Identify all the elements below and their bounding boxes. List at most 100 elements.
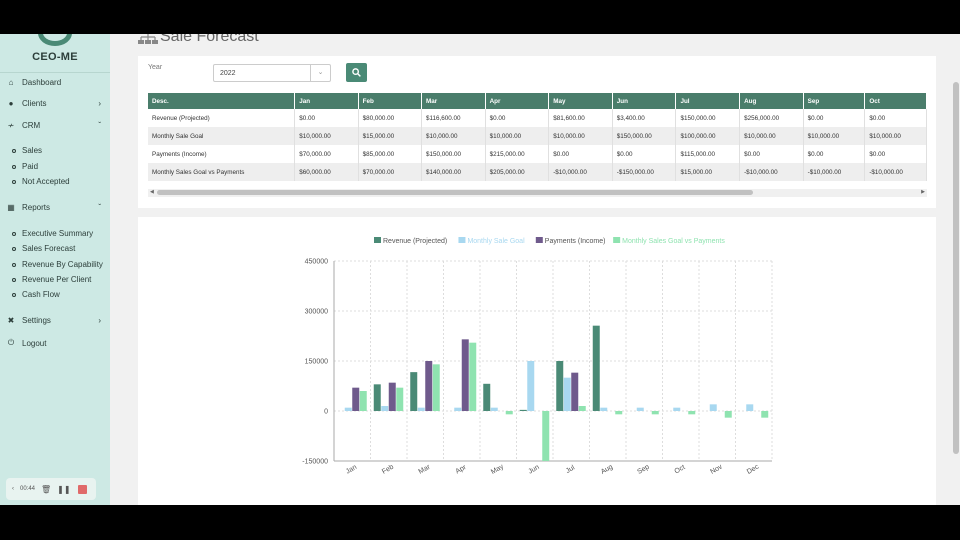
chart-bar [761,411,769,418]
table-cell: -$150,000.00 [612,163,677,181]
table-cell: Monthly Sales Goal vs Payments [148,163,296,181]
bullet-icon [12,179,16,184]
chart-bar [505,411,513,415]
scroll-left-icon[interactable]: ◀ [150,189,154,195]
table-row: Monthly Sales Goal vs Payments $60,000.0… [148,163,927,181]
y-tick-label: 150000 [305,359,328,366]
nav-crm-sales-label: Sales [22,146,43,155]
report-icon: ▦ [7,203,15,212]
chart-bar [527,361,535,411]
nav-reports-label: Reports [22,203,51,212]
forecast-chart: Revenue (Projected) Monthly Sale Goal Paym… [302,237,773,476]
year-select-value: 2022 [220,70,236,77]
nav-report-revenue-per-client[interactable]: Revenue Per Client [12,275,91,284]
table-cell: $80,000.00 [358,109,422,127]
chevron-left-icon[interactable]: ‹ [12,486,14,492]
search-icon [352,68,361,77]
chart-bar [724,411,732,418]
chart-bar [454,407,462,411]
nav-report-cash-flow[interactable]: Cash Flow [12,290,60,299]
column-header: Jan [294,93,359,109]
table-cell: $10,000.00 [485,127,550,145]
table-cell: $10,000.00 [739,127,804,145]
scrollbar-thumb[interactable] [157,190,753,195]
nav-crm-sales[interactable]: Sales [12,146,42,155]
nav-report-label: Revenue By Capability [22,260,103,269]
stop-icon[interactable] [77,484,87,494]
table-cell: $3,400.00 [612,109,677,127]
sidebar: CEO-ME ⌂ Dashboard ● Clients › ≁ CRM ˇ S… [0,34,110,505]
chart-bar [519,409,527,411]
x-tick-label: Jul [565,464,577,475]
nav-report-label: Cash Flow [22,290,60,299]
x-tick-label: Aug [600,464,614,476]
y-tick-label: 450000 [305,259,328,266]
nav-settings[interactable]: ✖ Settings › [0,316,110,325]
table-cell: $70,000.00 [294,145,359,163]
legend-label: Monthly Sales Goal vs Payments [622,238,725,245]
table-cell: $256,000.00 [739,109,804,127]
nav-crm-paid[interactable]: Paid [12,162,38,171]
forecast-chart-card: Revenue (Projected) Monthly Sale Goal Paym… [138,217,936,505]
table-header-row: Desc. Jan Feb Mar Apr May Jun Jul Aug Se… [148,93,927,109]
column-header: Mar [421,93,486,109]
table-cell: $85,000.00 [358,145,422,163]
power-icon: ⏻ [7,338,15,347]
chart-bar [425,361,433,411]
table-cell: $60,000.00 [294,163,359,181]
logo[interactable]: CEO-ME [0,34,110,70]
chart-bar [432,364,440,411]
chart-bar [651,411,659,415]
x-tick-label: Oct [674,464,687,476]
table-row: Monthly Sale Goal $10,000.00 $15,000.00 … [148,127,927,145]
year-select[interactable]: 2022 ⌄ [213,64,331,82]
table-cell: Payments (Income) [148,145,296,163]
table-cell: -$10,000.00 [864,163,927,181]
nav-logout-label: Logout [22,338,47,348]
scrollbar-thumb[interactable] [953,82,959,454]
table-cell: $205,000.00 [485,163,550,181]
legend-swatch [535,237,543,243]
bullet-icon [12,164,16,169]
nav-report-executive-summary[interactable]: Executive Summary [12,229,93,238]
chart-bar [483,383,491,411]
pause-icon[interactable]: ❚❚ [57,485,70,494]
legend-label: Payments (Income) [545,238,606,245]
logo-mark [38,34,72,46]
table-cell: $150,000.00 [612,127,677,145]
table-cell: $0.00 [803,109,866,127]
nav-report-label: Sales Forecast [22,244,76,253]
x-tick-label: Jan [345,464,358,476]
chart-bar [417,407,425,411]
nav-logout[interactable]: ⏻ Logout [0,338,110,348]
x-tick-label: Mar [418,463,433,475]
forecast-table-wrapper: Desc. Jan Feb Mar Apr May Jun Jul Aug Se… [148,93,927,181]
home-icon: ⌂ [8,78,14,87]
nav-report-sales-forecast[interactable]: Sales Forecast [12,244,75,253]
column-header: Sep [803,93,866,109]
screen-recorder-widget: ‹ 00:44 🗑 ❚❚ [6,478,96,500]
x-tick-label: Nov [709,463,724,476]
chart-bar [563,377,571,411]
legend-swatch [458,237,466,243]
column-header: Desc. [148,93,296,109]
chart-bar [388,382,396,411]
nav-crm[interactable]: ≁ CRM ˇ [0,121,110,130]
trash-icon[interactable]: 🗑 [41,485,51,494]
table-cell: Monthly Sale Goal [148,127,296,145]
nav-crm-not-accepted[interactable]: Not Accepted [12,177,70,186]
scroll-right-icon[interactable]: ▶ [921,189,925,195]
page-vertical-scrollbar[interactable] [952,34,960,505]
table-cell: $10,000.00 [421,127,486,145]
table-horizontal-scrollbar[interactable]: ◀ ▶ [148,189,927,197]
nav-report-revenue-by-capability[interactable]: Revenue By Capability [12,260,103,269]
table-cell: -$10,000.00 [739,163,804,181]
nav-dashboard[interactable]: ⌂ Dashboard [0,78,110,87]
search-button[interactable] [346,63,367,82]
nav-crm-label: CRM [22,121,41,130]
nav-clients[interactable]: ● Clients › [0,99,110,108]
x-tick-label: Jun [527,464,540,476]
table-cell: Revenue (Projected) [148,109,296,127]
nav-clients-label: Clients [22,99,47,108]
nav-reports[interactable]: ▦ Reports ˇ [0,203,110,212]
